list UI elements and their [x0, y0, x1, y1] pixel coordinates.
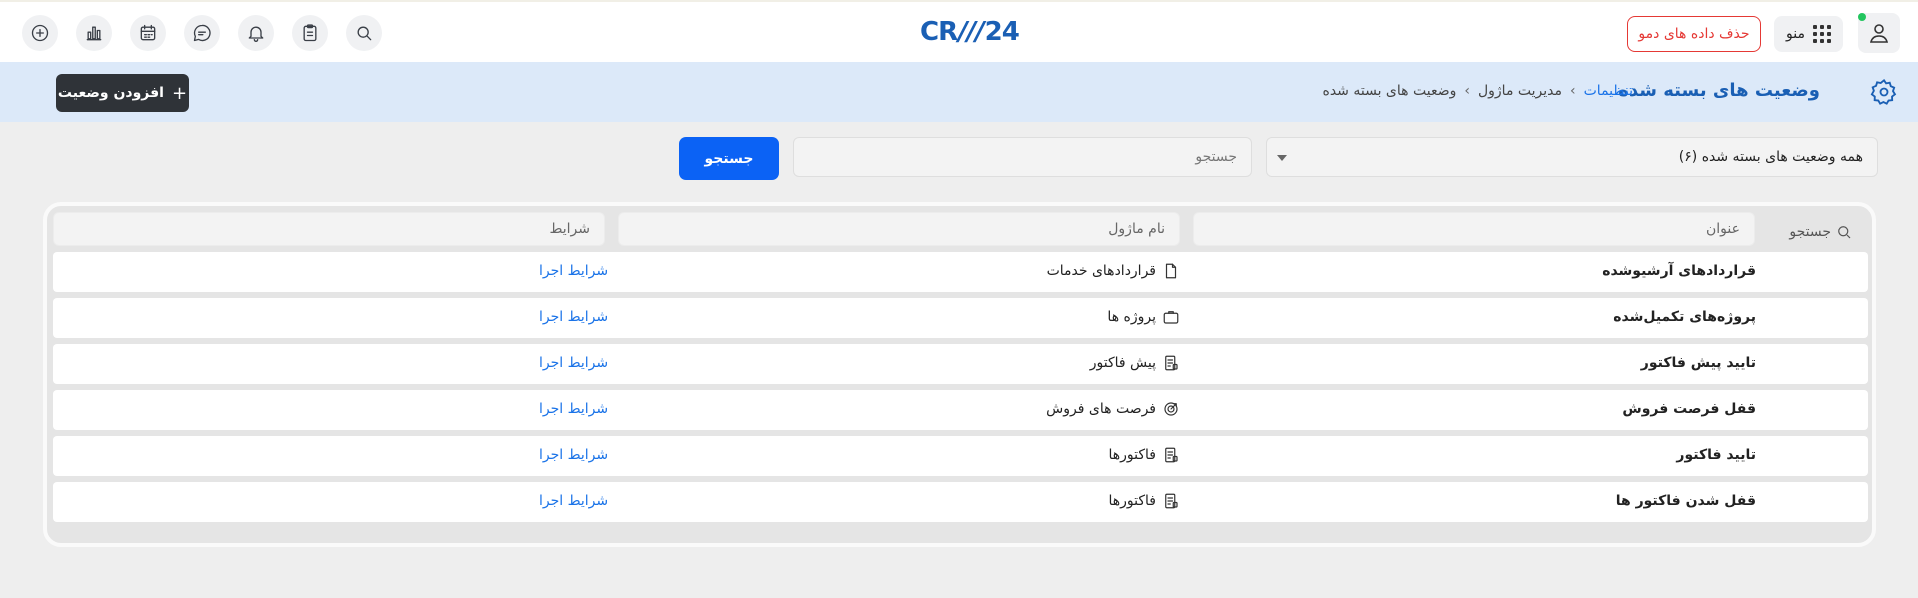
invoice-icon: [1165, 355, 1178, 371]
row-module: قراردادهای خدمات: [1047, 262, 1180, 280]
table-row[interactable]: پروژه‌های تکمیل‌شده پروژه ها شرایط اجرا: [53, 298, 1868, 338]
status-filter-value: همه وضعیت های بسته شده (۶): [1678, 149, 1863, 165]
add-circle-button[interactable]: [22, 15, 58, 51]
invoice-icon: [1165, 447, 1178, 463]
notifications-button[interactable]: [238, 15, 274, 51]
calendar-icon: [140, 24, 156, 41]
row-module-label: قراردادهای خدمات: [1046, 263, 1156, 279]
menu-label: منو: [1786, 26, 1805, 42]
brand-logo[interactable]: CR///24: [920, 16, 1020, 48]
column-search-label: جستجو: [1789, 224, 1831, 240]
logo-suffix: 24: [984, 17, 1020, 47]
plus-icon: +: [171, 82, 188, 104]
search-submit-button[interactable]: جستجو: [679, 137, 779, 180]
chat-bubble-icon: [193, 24, 211, 42]
table-row[interactable]: قراردادهای آرشیوشده قراردادهای خدمات شرا…: [53, 252, 1868, 292]
search-icon: [357, 26, 372, 41]
breadcrumb-current: وضعیت های بسته شده: [1322, 83, 1457, 99]
row-module: فرصت های فروش: [1046, 400, 1180, 418]
reports-button[interactable]: [76, 15, 112, 51]
breadcrumb-module-management[interactable]: مدیریت ماژول: [1478, 83, 1562, 99]
statuses-table: جستجو عنوان نام ماژول شرایط قراردادهای آ…: [43, 202, 1876, 547]
column-search[interactable]: جستجو: [1789, 216, 1853, 248]
run-conditions-link[interactable]: شرایط اجرا: [539, 447, 608, 463]
run-conditions-link[interactable]: شرایط اجرا: [539, 493, 608, 509]
breadcrumb-settings[interactable]: تنظیمات: [1584, 83, 1633, 99]
delete-demo-data-button[interactable]: حذف داده های دمو: [1627, 16, 1761, 52]
tasks-button[interactable]: [292, 15, 328, 51]
module-column-header: نام ماژول: [1108, 221, 1165, 237]
search-icon: [1838, 226, 1851, 239]
run-conditions-link[interactable]: شرایط اجرا: [539, 309, 608, 325]
search-input[interactable]: [793, 137, 1252, 177]
table-row[interactable]: تایید پیش فاکتور پیش فاکتور شرایط اجرا: [53, 344, 1868, 384]
logo-prefix: CR: [920, 17, 958, 47]
table-row[interactable]: قفل شدن فاکتور ها فاکتورها شرایط اجرا: [53, 482, 1868, 522]
breadcrumb-separator: ›: [1464, 83, 1470, 99]
online-status-dot: [1858, 13, 1866, 21]
row-title: قفل شدن فاکتور ها: [1615, 493, 1756, 509]
breadcrumb-separator: ›: [1570, 83, 1576, 99]
bar-chart-icon: [86, 26, 102, 41]
top-bar: CR///24 حذف داده های دمو منو: [0, 0, 1918, 62]
row-module-label: پروژه ها: [1107, 309, 1156, 325]
settings-gear-icon: [1870, 78, 1898, 106]
table-row[interactable]: تایید فاکتور فاکتورها شرایط اجرا: [53, 436, 1868, 476]
user-icon: [1869, 24, 1889, 43]
title-column-filter[interactable]: عنوان: [1193, 212, 1755, 246]
run-conditions-link[interactable]: شرایط اجرا: [539, 401, 608, 417]
status-filter-select[interactable]: همه وضعیت های بسته شده (۶): [1266, 137, 1878, 177]
add-status-button[interactable]: + افزودن وضعیت: [56, 74, 189, 112]
apps-menu-button[interactable]: منو: [1774, 16, 1843, 52]
row-module: پیش فاکتور: [1090, 354, 1180, 372]
grid-icon: [1812, 25, 1831, 43]
run-conditions-link[interactable]: شرایط اجرا: [539, 263, 608, 279]
row-module: فاکتورها: [1109, 446, 1181, 464]
target-icon: [1164, 402, 1178, 416]
briefcase-icon: [1163, 311, 1179, 324]
page-title: وضعیت های بسته شده: [1618, 80, 1820, 101]
run-conditions-link[interactable]: شرایط اجرا: [539, 355, 608, 371]
row-title: قفل فرصت فروش: [1622, 401, 1756, 417]
plus-circle-icon: [31, 24, 49, 42]
module-column-filter[interactable]: نام ماژول: [618, 212, 1180, 246]
conditions-column-filter[interactable]: شرایط: [53, 212, 605, 246]
logo-slashes: ///: [958, 17, 984, 47]
row-title: تایید پیش فاکتور: [1640, 355, 1756, 371]
messages-button[interactable]: [184, 15, 220, 51]
row-module: فاکتورها: [1109, 492, 1181, 510]
search-button[interactable]: [346, 15, 382, 51]
page-header: وضعیت های بسته شده تنظیمات › مدیریت ماژو…: [0, 62, 1918, 122]
row-module-label: فاکتورها: [1108, 447, 1157, 463]
conditions-column-header: شرایط: [549, 221, 590, 237]
breadcrumb: تنظیمات › مدیریت ماژول › وضعیت های بسته …: [1323, 83, 1634, 99]
row-module-label: فاکتورها: [1108, 493, 1157, 509]
add-status-label: افزودن وضعیت: [57, 85, 164, 101]
invoice-icon: [1165, 493, 1178, 509]
bell-icon: [248, 26, 264, 42]
clipboard-icon: [303, 24, 317, 42]
title-column-header: عنوان: [1706, 221, 1740, 237]
document-icon: [1165, 263, 1177, 279]
table-row[interactable]: قفل فرصت فروش فرصت های فروش شرایط اجرا: [53, 390, 1868, 430]
dropdown-caret-icon: [1277, 155, 1287, 161]
row-module-label: فرصت های فروش: [1046, 401, 1156, 417]
row-title: قراردادهای آرشیوشده: [1602, 263, 1756, 279]
calendar-button[interactable]: [130, 15, 166, 51]
row-title: تایید فاکتور: [1676, 447, 1756, 463]
row-module: پروژه ها: [1107, 308, 1180, 326]
row-module-label: پیش فاکتور: [1089, 355, 1156, 371]
row-title: پروژه‌های تکمیل‌شده: [1613, 309, 1756, 325]
